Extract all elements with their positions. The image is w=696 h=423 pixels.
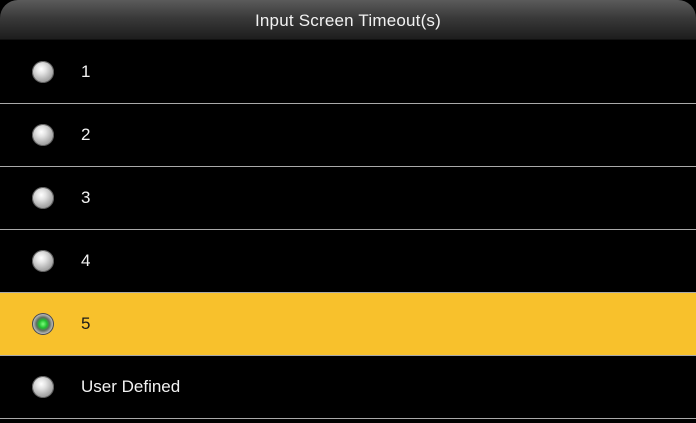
option-row-4[interactable]: 4 xyxy=(0,230,696,293)
option-row-3[interactable]: 3 xyxy=(0,167,696,230)
option-label: 5 xyxy=(81,314,91,333)
radio-checked-icon[interactable] xyxy=(32,313,54,335)
radio-unchecked-icon[interactable] xyxy=(32,124,54,146)
radio-unchecked-icon[interactable] xyxy=(32,60,54,83)
option-label: 1 xyxy=(81,61,91,81)
timeout-options-list: 1 2 3 4 5 User Defined xyxy=(0,40,696,419)
screen-timeout-dialog: Input Screen Timeout(s) 1 2 3 4 5 User D… xyxy=(0,0,696,423)
option-row-user-defined[interactable]: User Defined xyxy=(0,356,696,419)
title-bar: Input Screen Timeout(s) xyxy=(0,0,696,40)
option-row-2[interactable]: 2 xyxy=(0,104,696,167)
radio-unchecked-icon[interactable] xyxy=(32,376,54,398)
option-label: User Defined xyxy=(81,377,181,396)
option-label: 3 xyxy=(81,188,91,207)
option-row-5-selected[interactable]: 5 xyxy=(0,293,696,356)
page-title: Input Screen Timeout(s) xyxy=(254,11,441,30)
option-label: 4 xyxy=(81,251,91,270)
radio-unchecked-icon[interactable] xyxy=(32,250,54,272)
option-row-1[interactable]: 1 xyxy=(0,40,696,104)
option-label: 2 xyxy=(81,125,91,144)
radio-unchecked-icon[interactable] xyxy=(32,187,54,209)
